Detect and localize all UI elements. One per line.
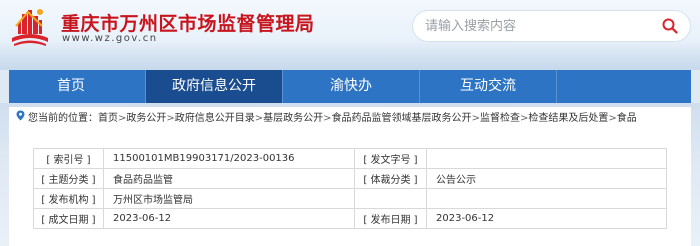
empty-cell — [426, 188, 667, 209]
table-row: [ 主题分类 ] 食品药品监管 [ 体裁分类 ] 公告公示 — [33, 168, 667, 189]
topic-value: 食品药品监管 — [103, 168, 355, 189]
publisher-label: [ 发布机构 ] — [33, 188, 104, 209]
breadcrumb-item[interactable]: 政务公开 — [126, 113, 166, 124]
written-date-value: 2023-06-12 — [103, 208, 355, 229]
breadcrumb-item[interactable]: 基层政务公开 — [263, 113, 323, 124]
empty-cell — [354, 188, 427, 209]
nav-item-gov-info[interactable]: 政府信息公开 — [146, 70, 282, 103]
genre-label: [ 体裁分类 ] — [354, 168, 427, 189]
main-nav: 首页 政府信息公开 渝快办 互动交流 — [9, 70, 691, 103]
breadcrumb-item[interactable]: 首页 — [98, 113, 118, 124]
table-row: [ 发布机构 ] 万州区市场监管局 — [33, 188, 667, 209]
index-value: 11500101MB19903171/2023-00136 — [103, 148, 355, 169]
nav-divider — [556, 70, 557, 103]
publish-date-value: 2023-06-12 — [426, 208, 667, 229]
site-header: 重庆市万州区市场监督管理局 www.wz.gov.cn — [0, 0, 700, 70]
site-title: 重庆市万州区市场监督管理局 — [61, 13, 315, 35]
document-info-table: [ 索引号 ] 11500101MB19903171/2023-00136 [ … — [33, 148, 667, 229]
breadcrumb: 您当前的位置：首页>政务公开>政府信息公开目录>基层政务公开>食品药品监管领域基… — [9, 107, 691, 125]
doc-number-label: [ 发文字号 ] — [354, 148, 427, 169]
topic-label: [ 主题分类 ] — [33, 168, 104, 189]
breadcrumb-prefix: 您当前的位置： — [28, 113, 98, 124]
publish-date-label: [ 发布日期 ] — [354, 208, 427, 229]
search-box — [413, 11, 690, 41]
nav-item-interaction[interactable]: 互动交流 — [420, 70, 556, 103]
breadcrumb-item[interactable]: 食品药品监管领域基层政务公开 — [332, 113, 472, 124]
nav-item-home[interactable]: 首页 — [9, 70, 133, 103]
location-pin-icon — [16, 110, 25, 121]
search-icon — [662, 18, 678, 34]
doc-number-value — [426, 148, 667, 169]
genre-value: 公告公示 — [426, 168, 667, 189]
publisher-value: 万州区市场监管局 — [103, 188, 355, 209]
breadcrumb-item[interactable]: 政府信息公开目录 — [175, 113, 255, 124]
search-button[interactable] — [650, 11, 690, 41]
city-emblem-icon — [8, 4, 52, 48]
breadcrumb-item[interactable]: 食品 — [617, 113, 637, 124]
breadcrumb-item[interactable]: 监督检查 — [480, 113, 520, 124]
site-url: www.wz.gov.cn — [62, 33, 158, 44]
search-input[interactable] — [425, 11, 645, 41]
breadcrumb-item[interactable]: 检查结果及后处置 — [528, 113, 608, 124]
table-row: [ 成文日期 ] 2023-06-12 [ 发布日期 ] 2023-06-12 — [33, 208, 667, 229]
table-row: [ 索引号 ] 11500101MB19903171/2023-00136 [ … — [33, 148, 667, 169]
written-date-label: [ 成文日期 ] — [33, 208, 104, 229]
nav-item-yukuaiban[interactable]: 渝快办 — [283, 70, 419, 103]
index-label: [ 索引号 ] — [33, 148, 104, 169]
city-skyline-banner — [0, 40, 700, 70]
